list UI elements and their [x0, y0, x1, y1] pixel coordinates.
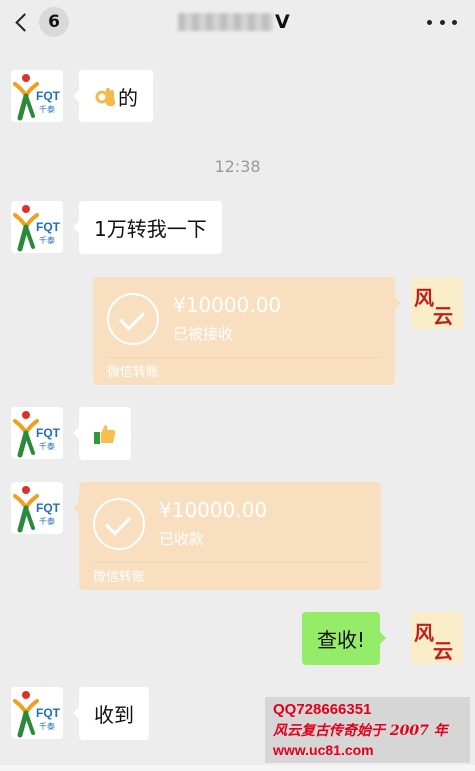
message-bubble[interactable]: 收到: [73, 687, 149, 740]
svg-text:风: 风: [414, 621, 434, 645]
more-dot-icon: [427, 19, 432, 25]
check-circle-icon: [93, 498, 145, 550]
svg-text:千泰: 千泰: [39, 516, 55, 526]
message-text: 的: [118, 85, 138, 110]
fengyun-logo-icon: 风 云: [411, 277, 463, 329]
svg-text:FQT: FQT: [36, 426, 61, 440]
svg-text:云: 云: [433, 304, 453, 328]
svg-text:风: 风: [414, 286, 434, 310]
message-bubble[interactable]: 的: [73, 70, 153, 122]
watermark-slogan: 风云复古传奇始于 2007 年: [273, 723, 448, 739]
contact-avatar[interactable]: FQT 千泰: [11, 482, 63, 534]
message-text: 查收!: [317, 628, 366, 652]
transfer-card[interactable]: ¥10000.00 已被接收 微信转账: [93, 277, 401, 385]
back-button[interactable]: 6: [12, 7, 69, 37]
fqt-logo-icon: FQT 千泰: [11, 482, 63, 534]
fqt-logo-icon: FQT 千泰: [11, 70, 63, 122]
message-text: 1万转我一下: [94, 217, 207, 241]
contact-avatar[interactable]: FQT 千泰: [11, 687, 63, 739]
watermark: QQ728666351 风云复古传奇始于 2007 年 www.uc81.com: [265, 697, 470, 763]
svg-text:FQT: FQT: [36, 706, 61, 720]
thumbs-up-emoji-icon: [93, 422, 117, 446]
contact-avatar[interactable]: FQT 千泰: [11, 201, 63, 253]
chevron-left-icon: [15, 12, 34, 32]
top-bar: 6 V: [0, 0, 475, 44]
watermark-url: www.uc81.com: [273, 742, 374, 758]
check-circle-icon: [107, 293, 159, 345]
svg-text:千泰: 千泰: [39, 721, 55, 731]
transfer-footer: 微信转账: [107, 365, 160, 380]
input-bar-edge: [0, 765, 475, 771]
contact-avatar[interactable]: FQT 千泰: [11, 70, 63, 122]
self-avatar[interactable]: 风 云: [411, 277, 463, 329]
message-bubble[interactable]: 查收!: [302, 612, 387, 665]
more-dot-icon: [452, 19, 457, 25]
transfer-footer: 微信转账: [93, 570, 146, 585]
chat-title: V: [178, 10, 290, 34]
fqt-logo-icon: FQT 千泰: [11, 687, 63, 739]
contact-avatar[interactable]: FQT 千泰: [11, 407, 63, 459]
svg-text:FQT: FQT: [36, 220, 61, 234]
unread-count-badge: 6: [39, 7, 69, 37]
timestamp: 12:38: [214, 157, 261, 176]
message-text: 收到: [94, 703, 134, 727]
fengyun-logo-icon: 风 云: [411, 612, 463, 664]
divider: [107, 357, 381, 358]
more-options-button[interactable]: [427, 10, 457, 34]
svg-text:FQT: FQT: [36, 501, 61, 515]
self-avatar[interactable]: 风 云: [411, 612, 463, 664]
blurred-name: [178, 13, 273, 31]
message-bubble[interactable]: [73, 407, 131, 460]
message-bubble[interactable]: 1万转我一下: [73, 201, 222, 254]
fqt-logo-icon: FQT 千泰: [11, 407, 63, 459]
transfer-status: 已收款: [159, 530, 205, 548]
svg-text:FQT: FQT: [36, 89, 61, 103]
svg-text:千泰: 千泰: [39, 235, 55, 245]
chat-title-suffix: V: [275, 11, 290, 33]
divider: [93, 562, 367, 563]
fqt-logo-icon: FQT 千泰: [11, 201, 63, 253]
ok-hand-emoji-icon: [94, 84, 118, 108]
transfer-card[interactable]: ¥10000.00 已收款 微信转账: [73, 482, 381, 590]
svg-text:千泰: 千泰: [39, 441, 55, 451]
transfer-amount: ¥10000.00: [173, 293, 282, 317]
transfer-amount: ¥10000.00: [159, 498, 268, 522]
svg-text:云: 云: [433, 639, 453, 663]
transfer-status: 已被接收: [173, 325, 234, 343]
more-dot-icon: [439, 19, 445, 25]
watermark-qq: QQ728666351: [273, 701, 372, 718]
svg-text:千泰: 千泰: [39, 104, 55, 114]
